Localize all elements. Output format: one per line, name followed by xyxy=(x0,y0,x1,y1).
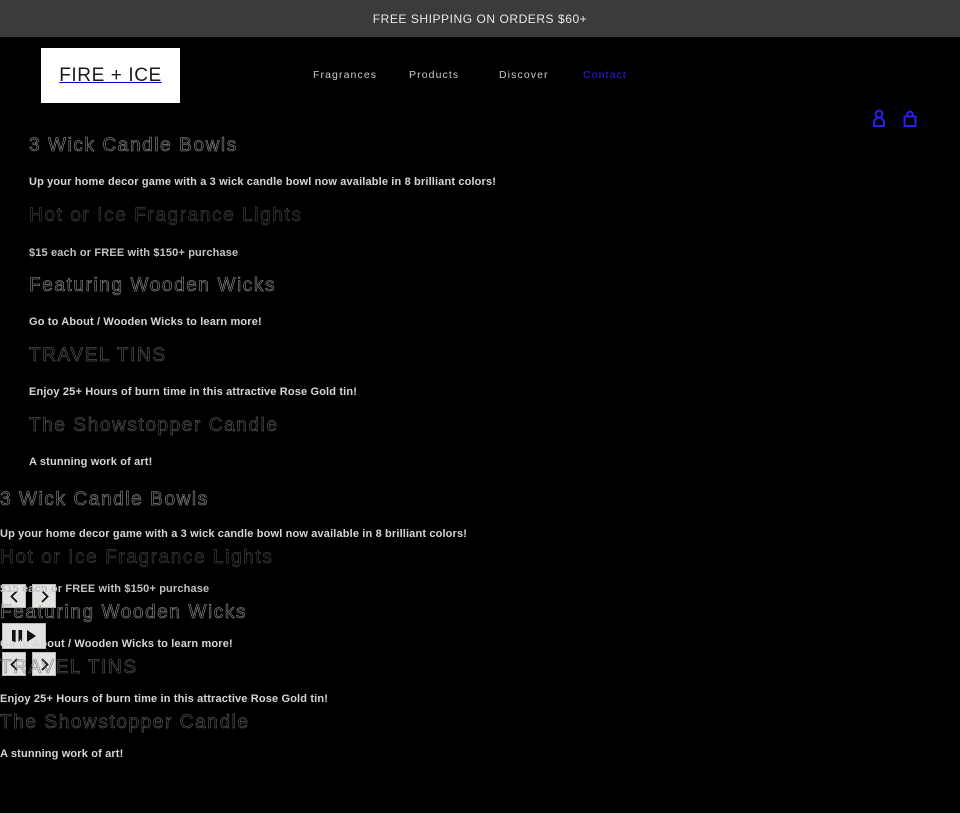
carousel-slide-list-primary: 3 Wick Candle Bowls Up your home decor g… xyxy=(0,135,960,468)
nav-item-products[interactable]: Products xyxy=(409,69,499,81)
slide-heading-4-dup: TRAVEL TINS xyxy=(0,657,138,679)
slide-body-1: Up your home decor game with a 3 wick ca… xyxy=(29,176,497,188)
site-logo[interactable]: FIRE + ICE xyxy=(41,48,180,103)
nav-item-fragrances[interactable]: Fragrances xyxy=(313,69,409,81)
header-icon-group xyxy=(872,109,917,127)
slide-heading-5: The Showstopper Candle xyxy=(29,415,279,437)
slide-body-3-dup: Go to About / Wooden Wicks to learn more… xyxy=(0,638,233,650)
site-header: FIRE + ICE Fragrances Products Discover … xyxy=(0,37,960,127)
slide-heading-5-dup: The Showstopper Candle xyxy=(0,712,250,734)
slide-body-2-dup: $15 each or FREE with $150+ purchase xyxy=(0,583,210,595)
nav-item-discover[interactable]: Discover xyxy=(499,69,583,81)
slide-heading-1-dup: 3 Wick Candle Bowls xyxy=(0,489,209,511)
slide-heading-3-dup: Featuring Wooden Wicks xyxy=(0,602,248,624)
announcement-bar: FREE SHIPPING ON ORDERS $60+ xyxy=(0,0,960,37)
logo-text: FIRE + ICE xyxy=(59,64,162,86)
slide-heading-4: TRAVEL TINS xyxy=(29,345,167,367)
slide-body-2: $15 each or FREE with $150+ purchase xyxy=(29,247,239,259)
cart-icon[interactable] xyxy=(903,109,917,127)
slide-heading-1: 3 Wick Candle Bowls xyxy=(29,135,238,157)
account-icon[interactable] xyxy=(872,109,886,127)
slide-body-3: Go to About / Wooden Wicks to learn more… xyxy=(29,316,262,328)
slide-body-4: Enjoy 25+ Hours of burn time in this att… xyxy=(29,386,358,398)
slide-body-5: A stunning work of art! xyxy=(29,456,153,468)
main-navigation: Fragrances Products Discover Contact xyxy=(313,69,627,81)
hero-carousel: 3 Wick Candle Bowls Up your home decor g… xyxy=(0,135,960,760)
carousel-slide-list-secondary: 3 Wick Candle Bowls Up your home decor g… xyxy=(0,489,960,760)
slide-body-5-dup: A stunning work of art! xyxy=(0,748,124,760)
announcement-text: FREE SHIPPING ON ORDERS $60+ xyxy=(372,11,588,26)
slide-body-1-dup: Up your home decor game with a 3 wick ca… xyxy=(0,528,468,540)
slide-body-4-dup: Enjoy 25+ Hours of burn time in this att… xyxy=(0,693,329,705)
slide-heading-2-dup: Hot or Ice Fragrance Lights xyxy=(0,547,274,568)
slide-heading-2: Hot or Ice Fragrance Lights xyxy=(29,205,303,226)
slide-heading-3: Featuring Wooden Wicks xyxy=(29,275,277,297)
nav-item-contact[interactable]: Contact xyxy=(583,69,627,81)
